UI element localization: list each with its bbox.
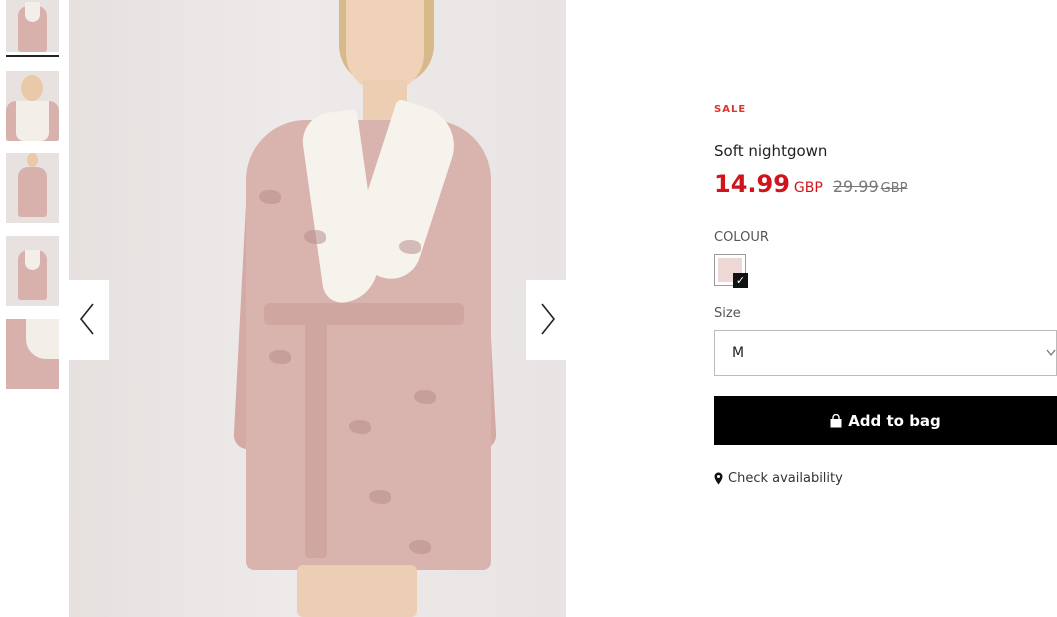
thumbnail-head xyxy=(27,153,38,167)
add-to-bag-button[interactable]: Add to bag xyxy=(714,396,1057,445)
robe-print-motif xyxy=(349,420,371,434)
sale-badge: SALE xyxy=(714,104,747,115)
current-price: 14.99 xyxy=(714,170,790,198)
thumbnail-collar xyxy=(25,2,40,22)
robe-print-motif xyxy=(269,350,291,364)
size-select[interactable]: M xyxy=(714,330,1057,376)
check-availability-link[interactable]: Check availability xyxy=(714,471,843,486)
chevron-down-icon xyxy=(1046,349,1056,357)
thumbnail-collar xyxy=(26,319,59,359)
original-price: 29.99 xyxy=(832,177,879,196)
model-face xyxy=(346,0,424,92)
robe-belt xyxy=(264,303,464,325)
chevron-left-icon xyxy=(79,303,94,335)
colour-swatch-pink[interactable]: ✓ xyxy=(714,254,748,288)
robe-print-motif xyxy=(304,230,326,244)
robe-print-motif xyxy=(414,390,436,404)
thumbnail-collar xyxy=(16,101,49,141)
thumbnail-3[interactable] xyxy=(6,153,59,223)
location-pin-icon xyxy=(714,472,723,485)
next-image-button[interactable] xyxy=(526,280,566,360)
current-price-currency: GBP xyxy=(793,180,823,196)
previous-image-button[interactable] xyxy=(69,280,109,360)
check-availability-label: Check availability xyxy=(728,471,843,486)
product-title: Soft nightgown xyxy=(714,142,828,160)
add-to-bag-label: Add to bag xyxy=(848,411,941,430)
size-selected-value: M xyxy=(732,345,745,361)
active-thumbnail-indicator xyxy=(6,55,59,57)
robe-print-motif xyxy=(399,240,421,254)
thumbnail-robe xyxy=(18,167,47,217)
thumbnail-1[interactable] xyxy=(6,0,59,52)
robe-print-motif xyxy=(369,490,391,504)
thumbnail-head xyxy=(21,75,43,101)
checkmark-icon: ✓ xyxy=(733,273,748,288)
shopping-bag-icon xyxy=(830,413,842,427)
model-legs xyxy=(297,565,417,617)
thumbnail-2[interactable] xyxy=(6,71,59,141)
size-label: Size xyxy=(714,306,741,321)
price-row: 14.99 GBP 29.99 GBP xyxy=(714,170,907,198)
thumbnail-4[interactable] xyxy=(6,236,59,306)
robe-print-motif xyxy=(259,190,281,204)
product-main-image xyxy=(69,0,566,617)
chevron-right-icon xyxy=(541,303,556,335)
colour-label: COLOUR xyxy=(714,230,769,245)
thumbnail-collar xyxy=(25,250,40,270)
robe-print-motif xyxy=(409,540,431,554)
thumbnail-5[interactable] xyxy=(6,319,59,389)
robe-belt-tail xyxy=(305,318,327,558)
original-price-currency: GBP xyxy=(880,181,908,196)
